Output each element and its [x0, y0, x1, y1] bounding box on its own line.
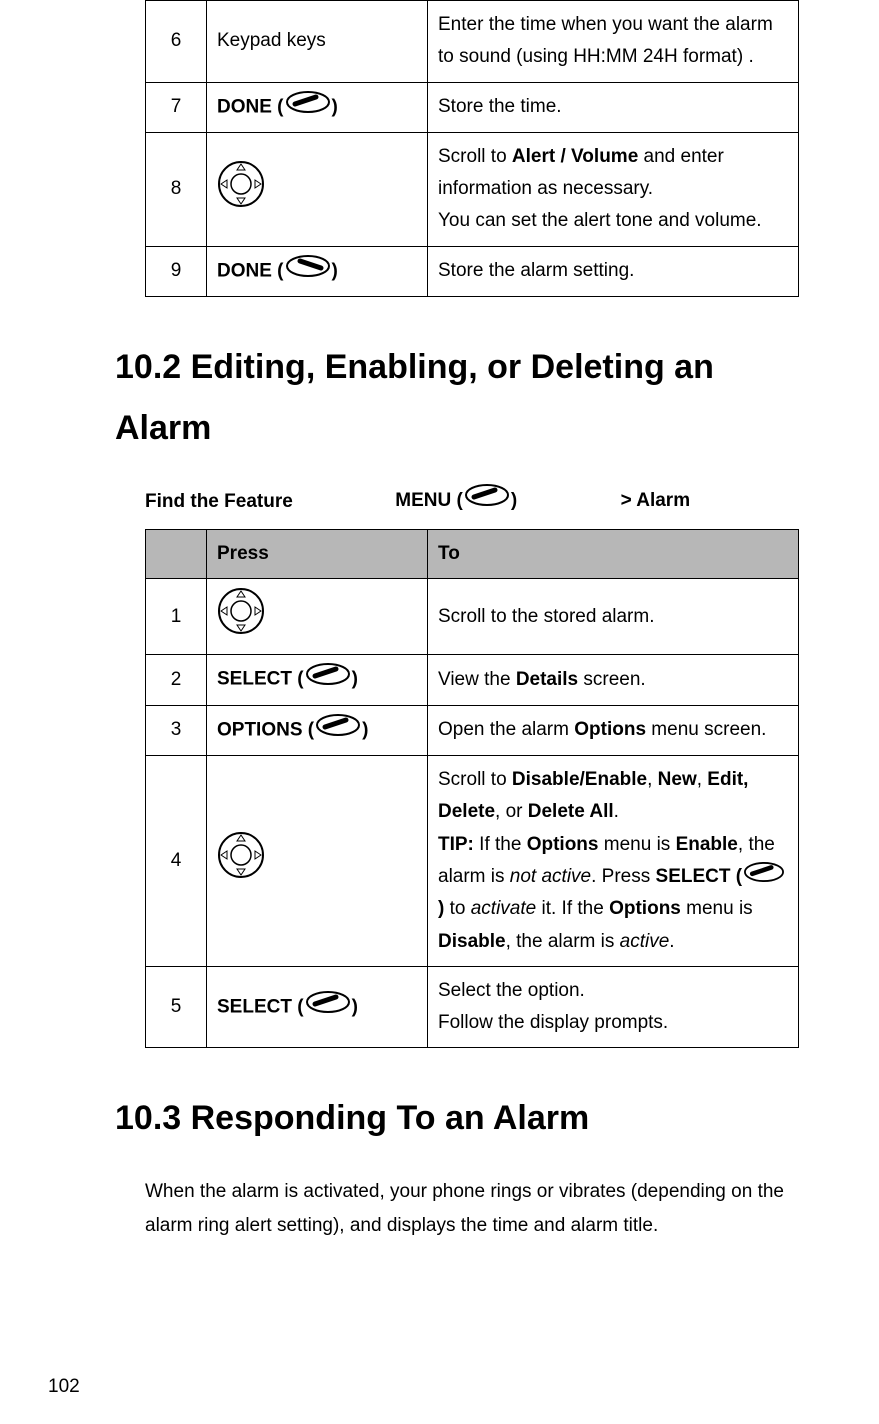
table-row: 7 DONE () Store the time. [146, 82, 799, 132]
find-feature-line: Find the Feature MENU () > Alarm [145, 484, 799, 518]
step-number: 6 [146, 1, 207, 83]
select-label: SELECT [217, 996, 292, 1017]
left-softkey-icon [306, 991, 350, 1024]
table-row: 2 SELECT () View the Details screen. [146, 655, 799, 705]
press-cell [207, 579, 428, 655]
to-cell: Scroll to the stored alarm. [428, 579, 799, 655]
section-heading-10-2: 10.2 Editing, Enabling, or Deleting an A… [115, 337, 799, 459]
table-row: 3 OPTIONS () Open the alarm Options menu… [146, 705, 799, 755]
to-cell: Enter the time when you want the alarm t… [428, 1, 799, 83]
header-blank [146, 529, 207, 578]
step-number: 7 [146, 82, 207, 132]
press-cell: Keypad keys [207, 1, 428, 83]
table-row: 1 Scroll to the stored alarm. [146, 579, 799, 655]
nav-key-icon [217, 831, 265, 890]
to-cell: Store the time. [428, 82, 799, 132]
table-row: 4 Scroll to Disable/Enable, New, Edit, D… [146, 755, 799, 966]
step-number: 9 [146, 246, 207, 296]
step-number: 3 [146, 705, 207, 755]
to-cell: Select the option. Follow the display pr… [428, 966, 799, 1048]
section-paragraph: When the alarm is activated, your phone … [145, 1175, 799, 1243]
section-heading-10-3: 10.3 Responding To an Alarm [115, 1088, 799, 1149]
alarm-setup-table: 6 Keypad keys Enter the time when you wa… [145, 0, 799, 297]
left-softkey-icon [465, 484, 509, 518]
alarm-edit-table: Press To 1 Scroll to the stored alarm. 2… [145, 529, 799, 1049]
step-number: 2 [146, 655, 207, 705]
to-cell: View the Details screen. [428, 655, 799, 705]
press-cell [207, 755, 428, 966]
press-cell: DONE () [207, 246, 428, 296]
table-header-row: Press To [146, 529, 799, 578]
press-cell: OPTIONS () [207, 705, 428, 755]
step-number: 1 [146, 579, 207, 655]
nav-key-icon [217, 587, 265, 646]
press-cell: DONE () [207, 82, 428, 132]
to-cell: Scroll to Alert / Volume and enter infor… [428, 132, 799, 246]
done-label: DONE [217, 96, 272, 117]
table-row: 9 DONE () Store the alarm setting. [146, 246, 799, 296]
done-label: DONE [217, 260, 272, 281]
page-number: 102 [48, 1370, 80, 1404]
select-label: SELECT [217, 669, 292, 690]
left-softkey-icon [744, 861, 784, 893]
to-cell: Scroll to Disable/Enable, New, Edit, Del… [428, 755, 799, 966]
left-softkey-icon [316, 714, 360, 747]
nav-key-icon [217, 160, 265, 219]
table-row: 5 SELECT () Select the option. Follow th… [146, 966, 799, 1048]
step-number: 4 [146, 755, 207, 966]
table-row: 8 Scroll to Alert / Volume and enter inf… [146, 132, 799, 246]
header-press: Press [207, 529, 428, 578]
table-row: 6 Keypad keys Enter the time when you wa… [146, 1, 799, 83]
right-softkey-icon [286, 255, 330, 288]
step-number: 8 [146, 132, 207, 246]
press-cell: SELECT () [207, 655, 428, 705]
press-cell [207, 132, 428, 246]
options-label: OPTIONS [217, 719, 303, 740]
step-number: 5 [146, 966, 207, 1048]
left-softkey-icon [306, 663, 350, 696]
header-to: To [428, 529, 799, 578]
left-softkey-icon [286, 91, 330, 124]
to-cell: Open the alarm Options menu screen. [428, 705, 799, 755]
press-cell: SELECT () [207, 966, 428, 1048]
to-cell: Store the alarm setting. [428, 246, 799, 296]
